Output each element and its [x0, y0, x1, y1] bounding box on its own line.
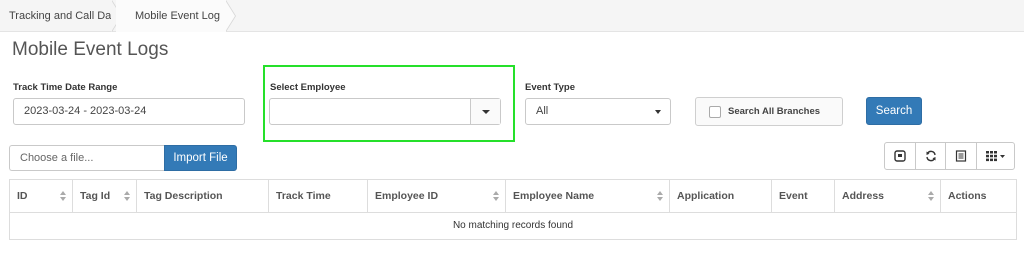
caret-down-icon — [655, 110, 661, 114]
breadcrumb-item-mobile-event-log: Mobile Event Log — [116, 0, 226, 32]
column-header-employee-name[interactable]: Employee Name — [506, 180, 670, 212]
date-range-label: Track Time Date Range — [13, 82, 118, 93]
event-type-value: All — [536, 105, 549, 117]
column-header-label: Tag Id — [80, 190, 111, 202]
table-header: ID Tag Id Tag Description Track Time Emp… — [10, 180, 1016, 213]
search-all-branches-toggle[interactable]: Search All Branches — [695, 97, 843, 126]
breadcrumb-separator-fill — [225, 0, 235, 32]
column-header-tag-description[interactable]: Tag Description — [137, 180, 269, 212]
column-header-application[interactable]: Application — [670, 180, 772, 212]
employee-dropdown-button[interactable] — [470, 99, 500, 124]
column-header-track-time[interactable]: Track Time — [269, 180, 368, 212]
column-header-label: Actions — [948, 190, 987, 202]
search-button[interactable]: Search — [866, 97, 922, 125]
event-type-select[interactable]: All — [525, 98, 671, 125]
search-all-branches-checkbox[interactable] — [709, 106, 721, 118]
sort-icon[interactable] — [124, 191, 130, 201]
mobile-event-table: ID Tag Id Tag Description Track Time Emp… — [9, 179, 1017, 240]
column-header-address[interactable]: Address — [835, 180, 941, 212]
file-input[interactable]: Choose a file... — [9, 145, 165, 171]
search-all-branches-label: Search All Branches — [728, 106, 821, 117]
column-header-label: Address — [842, 190, 885, 202]
export-list-button[interactable] — [945, 142, 977, 170]
date-range-input[interactable]: 2023-03-24 - 2023-03-24 — [13, 98, 245, 125]
sort-icon[interactable] — [493, 191, 499, 201]
toggle-view-button[interactable] — [884, 142, 916, 170]
column-header-label: Employee Name — [513, 190, 595, 202]
import-file-button[interactable]: Import File — [164, 145, 237, 171]
column-header-label: Application — [677, 190, 735, 202]
caret-down-icon — [482, 110, 490, 114]
sort-icon[interactable] — [60, 191, 66, 201]
sort-icon[interactable] — [657, 191, 663, 201]
columns-grid-icon — [985, 151, 1005, 162]
column-header-label: Event — [779, 190, 808, 202]
table-toolbar — [884, 142, 1015, 170]
event-type-label: Event Type — [525, 82, 575, 93]
column-header-event[interactable]: Event — [772, 180, 835, 212]
column-header-label: Tag Description — [144, 190, 223, 202]
column-header-tag-id[interactable]: Tag Id — [73, 180, 137, 212]
column-header-label: ID — [17, 190, 28, 202]
page-title: Mobile Event Logs — [12, 39, 169, 60]
columns-dropdown-button[interactable] — [976, 142, 1015, 170]
refresh-button[interactable] — [915, 142, 946, 170]
column-header-employee-id[interactable]: Employee ID — [368, 180, 506, 212]
column-header-actions: Actions — [941, 180, 1016, 212]
empty-table-message: No matching records found — [452, 220, 574, 231]
column-header-label: Track Time — [276, 190, 331, 202]
date-range-value: 2023-03-24 - 2023-03-24 — [24, 105, 147, 117]
toggle-icon — [894, 150, 906, 162]
employee-select[interactable] — [269, 98, 501, 125]
employee-label: Select Employee — [270, 82, 346, 93]
breadcrumb: Tracking and Call Data Mobile Event Log — [0, 0, 1024, 32]
file-input-placeholder: Choose a file... — [20, 152, 94, 164]
sort-icon[interactable] — [928, 191, 934, 201]
column-header-label: Employee ID — [375, 190, 439, 202]
column-header-id[interactable]: ID — [10, 180, 73, 212]
export-list-icon — [955, 150, 967, 162]
refresh-icon — [925, 150, 936, 162]
breadcrumb-item-tracking[interactable]: Tracking and Call Data — [9, 0, 120, 32]
